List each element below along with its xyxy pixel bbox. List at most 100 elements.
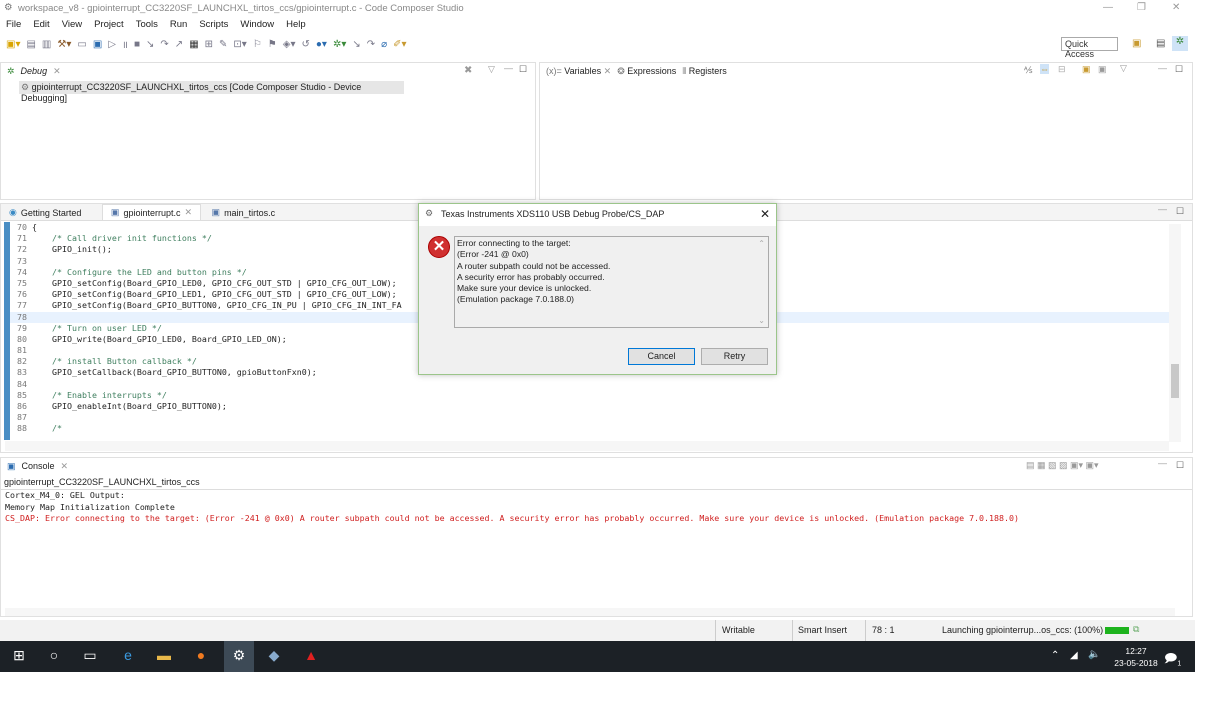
- show-hidden-icons[interactable]: ⌃: [1051, 650, 1059, 661]
- code-line[interactable]: 84: [10, 379, 1169, 390]
- minimize-view-icon[interactable]: —: [1158, 63, 1167, 73]
- new-icon[interactable]: ▣▾: [6, 39, 20, 50]
- scroll-up-icon[interactable]: ⌃: [758, 238, 765, 249]
- step2-icon[interactable]: ↷: [367, 39, 375, 50]
- menu-window[interactable]: Window: [240, 19, 274, 32]
- add-icon[interactable]: ▣: [1082, 64, 1091, 75]
- remove-terminated-icon[interactable]: ✖: [464, 65, 472, 76]
- minimize-view-icon[interactable]: —: [1158, 458, 1167, 468]
- code-line[interactable]: 85 /* Enable interrupts */: [10, 390, 1169, 401]
- ccs-edit-perspective-icon[interactable]: ▤: [1156, 38, 1165, 49]
- pen-icon[interactable]: ✐▾: [393, 39, 406, 50]
- save-icon[interactable]: ▤: [26, 39, 35, 50]
- close-button[interactable]: ✕: [1172, 2, 1180, 13]
- step-icon[interactable]: ↘: [352, 39, 360, 50]
- cortana-icon[interactable]: ○: [43, 647, 65, 667]
- show-type-icon[interactable]: ⅍: [1024, 65, 1033, 75]
- maximize-view-icon[interactable]: ☐: [1176, 206, 1184, 217]
- build-icon[interactable]: ⚒▾: [57, 39, 71, 50]
- code-line[interactable]: 88 /*: [10, 423, 1169, 434]
- minimize-button[interactable]: —: [1103, 2, 1113, 13]
- horizontal-scrollbar[interactable]: [5, 441, 1169, 451]
- chip-icon[interactable]: ◈▾: [283, 39, 296, 50]
- clock[interactable]: 12:27 23-05-2018: [1114, 645, 1158, 669]
- scroll-down-icon[interactable]: ⌄: [758, 315, 765, 326]
- restore-button[interactable]: ❐: [1137, 2, 1146, 13]
- progress-view-icon[interactable]: ⧉: [1133, 624, 1139, 635]
- open-perspective-icon[interactable]: ▣: [1132, 38, 1141, 49]
- connect-icon[interactable]: ⊞: [205, 39, 213, 50]
- save-all-icon[interactable]: ▥: [42, 39, 51, 50]
- scrollbar-thumb[interactable]: [1171, 364, 1179, 398]
- memory-icon[interactable]: ▦: [189, 39, 198, 50]
- restart-icon[interactable]: ↺: [301, 39, 309, 50]
- step-return-icon[interactable]: ↗: [175, 39, 183, 50]
- suspend-icon[interactable]: ॥: [122, 37, 128, 51]
- view-menu-icon[interactable]: ▽: [1120, 63, 1127, 74]
- start-icon[interactable]: ⊞: [8, 647, 30, 667]
- menu-run[interactable]: Run: [170, 19, 187, 32]
- tab-expressions[interactable]: ❂ Expressions: [617, 66, 676, 77]
- clear-console-icon[interactable]: ▤ ▦ ▧ ▨ ▣▾ ▣▾: [1026, 460, 1099, 471]
- acrobat-icon[interactable]: ▲: [300, 647, 322, 667]
- menu-help[interactable]: Help: [286, 19, 306, 32]
- tab-gpiointerrupt-c[interactable]: ▣ gpiointerrupt.c ✕: [101, 204, 202, 220]
- maximize-view-icon[interactable]: ☐: [1175, 64, 1183, 75]
- menu-project[interactable]: Project: [94, 19, 124, 32]
- volume-icon[interactable]: 🔈: [1088, 649, 1100, 660]
- code-line[interactable]: 87: [10, 412, 1169, 423]
- tab-variables[interactable]: (x)= Variables ✕: [546, 66, 611, 77]
- network-icon[interactable]: ◢: [1070, 650, 1078, 661]
- target-icon[interactable]: ⊡▾: [233, 39, 246, 50]
- tab-getting-started[interactable]: ◉ Getting Started: [1, 205, 89, 221]
- menu-edit[interactable]: Edit: [33, 19, 49, 32]
- step-into-icon[interactable]: ↘: [146, 39, 154, 50]
- tab-main-tirtos-c[interactable]: ▣ main_tirtos.c: [204, 205, 284, 221]
- vertical-scrollbar[interactable]: [1169, 224, 1181, 442]
- horizontal-scrollbar[interactable]: [5, 608, 1175, 616]
- menu-tools[interactable]: Tools: [136, 19, 158, 32]
- breakpoint-icon[interactable]: ✎: [219, 39, 227, 50]
- tab-registers[interactable]: ⦀ Registers: [682, 66, 727, 77]
- debug-tab[interactable]: ✲ Debug ✕: [1, 63, 535, 79]
- search-icon[interactable]: ⌀: [381, 39, 387, 50]
- load-icon[interactable]: ⚐: [253, 39, 262, 50]
- resume-icon[interactable]: ▷: [108, 39, 116, 50]
- ccs-taskbar-icon[interactable]: ⚙: [224, 641, 254, 672]
- code-line[interactable]: 86 GPIO_enableInt(Board_GPIO_BUTTON0);: [10, 401, 1169, 412]
- show-logical-icon[interactable]: ⇔: [1040, 64, 1049, 74]
- console-icon[interactable]: ▭: [77, 39, 86, 50]
- minimize-view-icon[interactable]: —: [504, 63, 513, 73]
- dialog-close-button[interactable]: ✕: [760, 207, 770, 221]
- import-icon[interactable]: ▣: [1098, 64, 1107, 75]
- close-tab-icon[interactable]: ✕: [53, 66, 61, 77]
- debug-icon[interactable]: ✲▾: [333, 39, 346, 50]
- close-tab-icon[interactable]: ✕: [61, 461, 69, 472]
- collapse-all-icon[interactable]: ⊟: [1058, 64, 1066, 75]
- reset-icon[interactable]: ⚑: [268, 39, 277, 50]
- menu-file[interactable]: File: [6, 19, 21, 32]
- task-view-icon[interactable]: ▭: [79, 647, 101, 667]
- console-tab[interactable]: ▣ Console ✕: [1, 458, 1192, 474]
- menu-scripts[interactable]: Scripts: [199, 19, 228, 32]
- error-message-box[interactable]: Error connecting to the target: (Error -…: [454, 236, 769, 328]
- terminate-icon[interactable]: ■: [134, 39, 140, 50]
- step-over-icon[interactable]: ↷: [160, 39, 168, 50]
- menu-view[interactable]: View: [62, 19, 82, 32]
- debug-session-item[interactable]: ⚙ gpiointerrupt_CC3220SF_LAUNCHXL_tirtos…: [19, 81, 404, 103]
- app-taskbar-icon[interactable]: ◆: [263, 647, 285, 667]
- minimize-view-icon[interactable]: —: [1158, 204, 1167, 214]
- maximize-view-icon[interactable]: ☐: [519, 64, 527, 75]
- quick-access-input[interactable]: Quick Access: [1061, 37, 1118, 59]
- retry-button[interactable]: Retry: [701, 348, 768, 365]
- cancel-button[interactable]: Cancel: [628, 348, 695, 365]
- firefox-icon[interactable]: ●: [190, 647, 212, 667]
- debug-view-icon[interactable]: ▣: [93, 39, 102, 50]
- view-menu-icon[interactable]: ▽: [488, 64, 495, 75]
- maximize-view-icon[interactable]: ☐: [1176, 460, 1184, 471]
- debug-perspective-icon[interactable]: ✲: [1172, 36, 1188, 51]
- edge-icon[interactable]: e: [117, 647, 139, 667]
- file-explorer-icon[interactable]: ▬: [153, 647, 175, 667]
- run-icon[interactable]: ●▾: [316, 39, 327, 50]
- action-center-icon[interactable]: 🗩1: [1164, 649, 1181, 670]
